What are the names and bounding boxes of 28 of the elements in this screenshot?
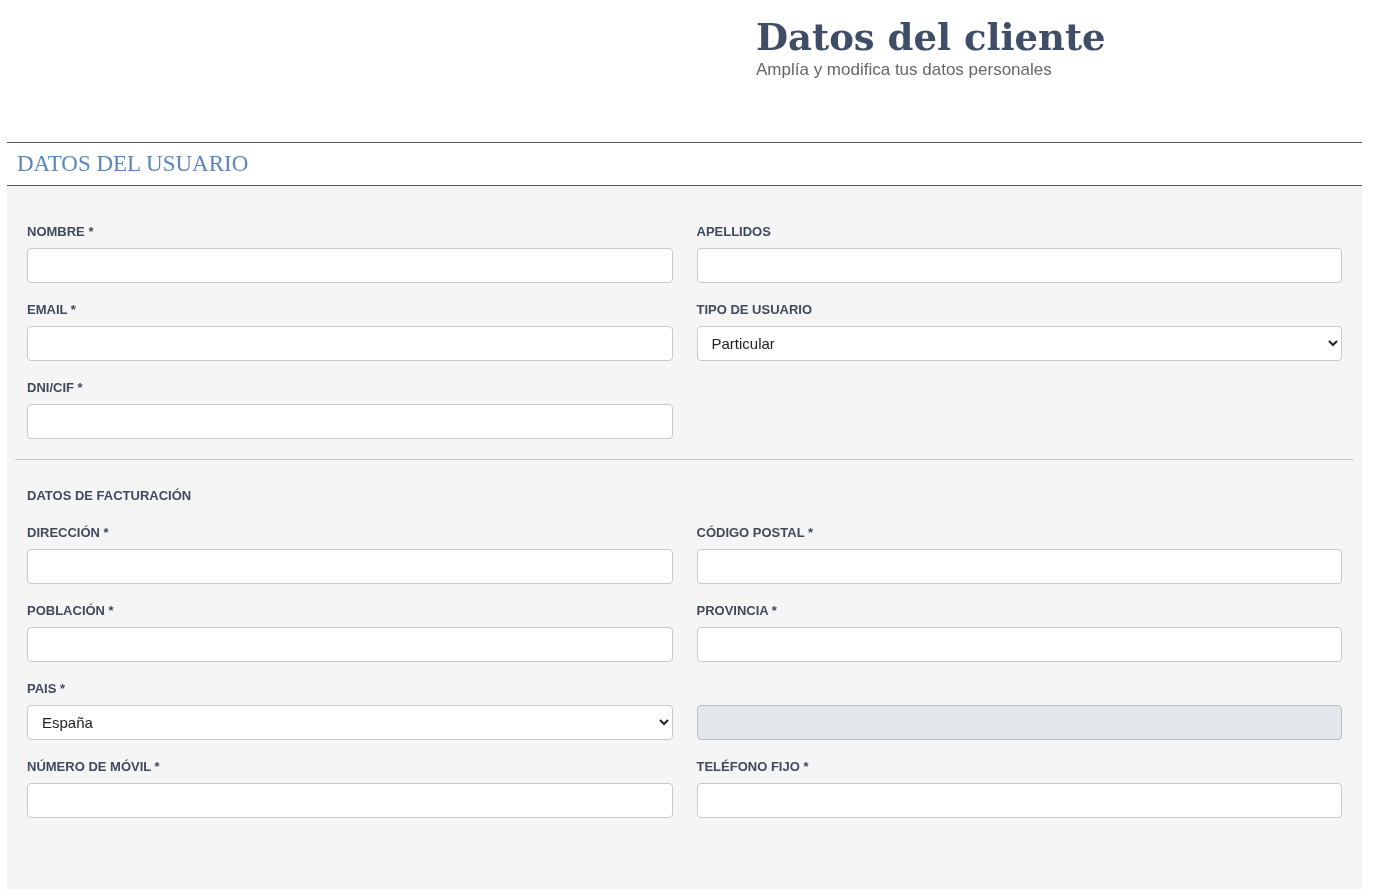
field-label: CÓDIGO POSTAL * xyxy=(696,525,814,540)
field-label: NOMBRE * xyxy=(27,224,94,239)
input-field[interactable] xyxy=(696,549,1342,584)
dropdown[interactable]: España xyxy=(27,705,673,740)
dropdown[interactable]: Particular xyxy=(696,326,1342,361)
input-field[interactable] xyxy=(696,783,1342,818)
field-label: PAIS * xyxy=(27,681,66,696)
input-field[interactable] xyxy=(27,404,673,439)
input-field[interactable] xyxy=(696,248,1342,283)
input-field[interactable] xyxy=(27,549,673,584)
field-label: POBLACIÓN * xyxy=(27,603,114,618)
group-title: DATOS DE FACTURACIÓN xyxy=(27,488,193,503)
field-label: TELÉFONO FIJO * xyxy=(696,759,809,774)
input-field[interactable] xyxy=(27,326,673,361)
section-title: DATOS DEL USUARIO xyxy=(17,151,249,177)
field-label: TIPO DE USUARIO xyxy=(696,302,813,317)
field-label: PROVINCIA * xyxy=(696,603,777,618)
input-field[interactable] xyxy=(696,627,1342,662)
field-label: APELLIDOS xyxy=(696,224,771,239)
field-label: NÚMERO DE MÓVIL * xyxy=(27,759,160,774)
page-subtitle: Amplía y modifica tus datos personales xyxy=(756,60,1053,80)
field-label: DIRECCIÓN * xyxy=(27,525,109,540)
input-field[interactable] xyxy=(27,627,673,662)
input-field[interactable] xyxy=(27,783,673,818)
field-label: EMAIL * xyxy=(27,302,76,317)
input-field[interactable] xyxy=(27,248,673,283)
field-label: DNI/CIF * xyxy=(27,380,83,395)
page-title: Datos del cliente xyxy=(756,14,1106,60)
